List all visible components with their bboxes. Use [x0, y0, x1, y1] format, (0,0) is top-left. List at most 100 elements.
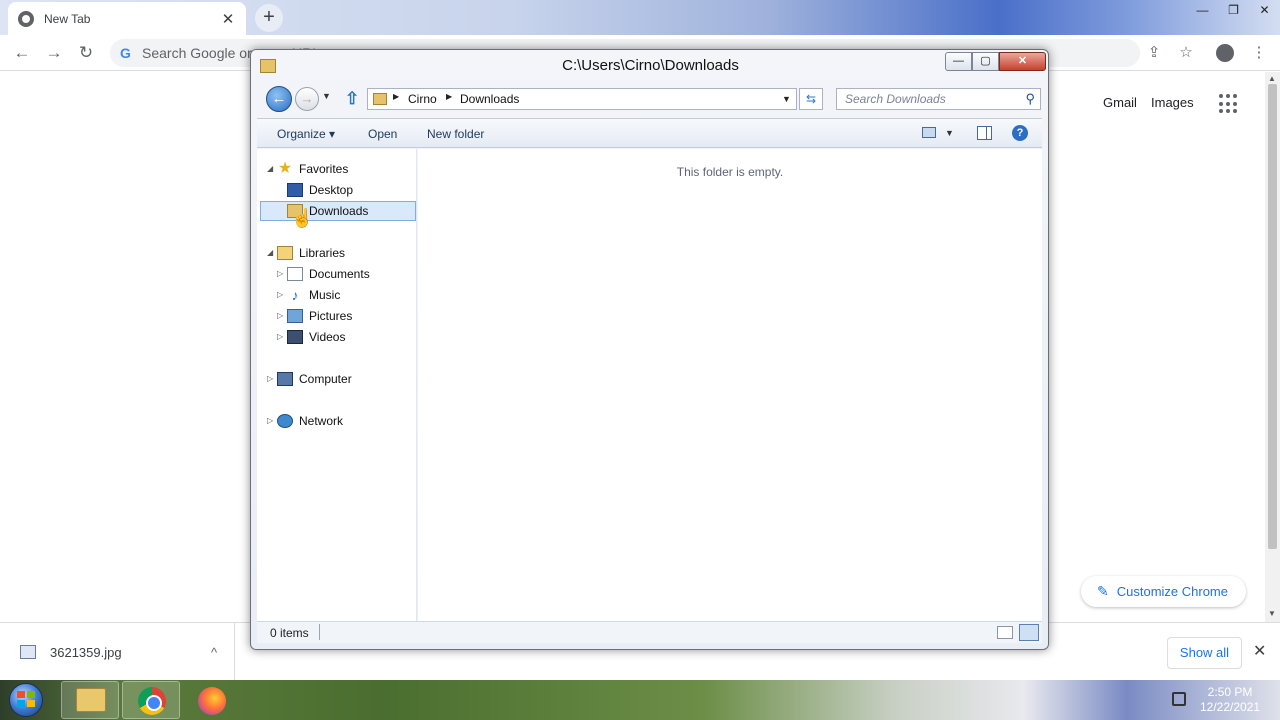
- breadcrumb-cirno[interactable]: Cirno: [408, 92, 437, 106]
- tree-favorites[interactable]: ★ Favorites: [277, 159, 349, 179]
- status-bar: 0 items: [257, 621, 1042, 643]
- back-button[interactable]: ←: [266, 86, 292, 112]
- scroll-up-arrow-icon[interactable]: ▲: [1268, 74, 1276, 83]
- tree-network[interactable]: Network: [277, 411, 343, 431]
- breadcrumb-separator-icon[interactable]: ▶: [446, 92, 452, 101]
- libraries-icon: [277, 246, 293, 260]
- firefox-icon[interactable]: [198, 687, 226, 715]
- expanded-arrow-icon[interactable]: ◢: [267, 248, 273, 257]
- collapsed-arrow-icon[interactable]: ▷: [277, 269, 283, 278]
- chrome-window-controls: — ❐ ✕: [1187, 0, 1280, 20]
- tree-videos[interactable]: Videos: [287, 327, 345, 347]
- google-g-icon: G: [120, 45, 131, 61]
- open-button[interactable]: Open: [368, 127, 397, 141]
- organize-button[interactable]: Organize ▾: [277, 127, 335, 141]
- search-input[interactable]: Search Downloads ⚲: [836, 88, 1041, 110]
- menu-kebab-icon[interactable]: ⋮: [1248, 42, 1270, 64]
- chevron-up-icon[interactable]: ^: [194, 645, 234, 660]
- explorer-window: C:\Users\Cirno\Downloads — ▢ ✕ ← → ▼ ⇧ ▶…: [250, 49, 1049, 650]
- images-link[interactable]: Images: [1151, 95, 1194, 110]
- new-folder-button[interactable]: New folder: [427, 127, 484, 141]
- status-divider: [319, 624, 320, 640]
- tab-title: New Tab: [44, 11, 91, 26]
- chrome-icon: [138, 687, 166, 715]
- back-arrow-icon[interactable]: ←: [11, 42, 33, 64]
- close-icon[interactable]: ✕: [1249, 0, 1280, 20]
- collapsed-arrow-icon[interactable]: ▷: [267, 374, 273, 383]
- help-icon[interactable]: ?: [1012, 125, 1028, 141]
- collapsed-arrow-icon[interactable]: ▷: [267, 416, 273, 425]
- show-all-button[interactable]: Show all: [1167, 637, 1242, 669]
- tree-documents[interactable]: Documents: [287, 264, 370, 284]
- tree-music[interactable]: ♪ Music: [287, 285, 341, 305]
- refresh-icon[interactable]: ⇆: [799, 88, 823, 110]
- collapsed-arrow-icon[interactable]: ▷: [277, 311, 283, 320]
- action-center-icon[interactable]: [1172, 692, 1186, 706]
- share-icon[interactable]: ⇪: [1143, 42, 1165, 64]
- view-dropdown-icon[interactable]: ▼: [945, 128, 954, 138]
- tree-pictures[interactable]: Pictures: [287, 306, 352, 326]
- scrollbar-thumb[interactable]: [1268, 84, 1277, 549]
- collapsed-arrow-icon[interactable]: ▷: [277, 332, 283, 341]
- customize-chrome-label: Customize Chrome: [1116, 584, 1228, 599]
- scroll-down-arrow-icon[interactable]: ▼: [1268, 609, 1276, 618]
- tree-label: Documents: [309, 267, 370, 281]
- expanded-arrow-icon[interactable]: ◢: [267, 164, 273, 173]
- tab-close-icon[interactable]: ✕: [220, 10, 236, 28]
- taskbar-explorer-button[interactable]: [61, 681, 119, 719]
- file-list-pane[interactable]: This folder is empty.: [418, 149, 1042, 621]
- close-button[interactable]: ✕: [999, 52, 1046, 71]
- download-item[interactable]: 3621359.jpg ^: [0, 623, 235, 681]
- hand-cursor-icon: ☝: [291, 208, 314, 228]
- network-icon: [277, 414, 293, 428]
- new-tab-button[interactable]: +: [255, 4, 283, 32]
- tree-computer[interactable]: Computer: [277, 369, 352, 389]
- tree-downloads[interactable]: Downloads: [260, 201, 416, 221]
- reload-icon[interactable]: ↻: [75, 42, 97, 64]
- maximize-icon[interactable]: ❐: [1218, 0, 1249, 20]
- tree-label: Favorites: [299, 162, 349, 176]
- google-apps-icon[interactable]: [1219, 94, 1239, 114]
- page-scrollbar[interactable]: ▲ ▼: [1265, 72, 1280, 622]
- bookmark-star-icon[interactable]: ☆: [1175, 42, 1197, 64]
- taskbar-clock[interactable]: 2:50 PM 12/22/2021: [1195, 685, 1265, 715]
- minimize-button[interactable]: —: [945, 52, 972, 71]
- maximize-button[interactable]: ▢: [972, 52, 999, 71]
- tree-libraries[interactable]: Libraries: [277, 243, 345, 263]
- recent-pages-dropdown-icon[interactable]: ▼: [322, 91, 331, 101]
- tree-label: Pictures: [309, 309, 353, 323]
- large-icons-view-icon[interactable]: [1019, 624, 1039, 641]
- collapsed-arrow-icon[interactable]: ▷: [277, 290, 283, 299]
- tree-desktop[interactable]: Desktop: [287, 180, 353, 200]
- tree-label: Computer: [299, 372, 352, 386]
- chrome-favicon-icon: [18, 10, 34, 27]
- change-view-icon[interactable]: [922, 127, 936, 138]
- close-downloads-icon[interactable]: ✕: [1253, 641, 1266, 661]
- chrome-tab-strip: New Tab ✕ + — ❐ ✕: [0, 0, 1280, 35]
- forward-button[interactable]: →: [295, 87, 319, 111]
- breadcrumb-downloads[interactable]: Downloads: [460, 92, 519, 106]
- item-count: 0 items: [270, 626, 309, 640]
- explorer-window-controls: — ▢ ✕: [945, 52, 1046, 71]
- address-dropdown-icon[interactable]: ▼: [782, 94, 791, 104]
- clock-date: 12/22/2021: [1199, 700, 1261, 714]
- profile-icon[interactable]: [1214, 42, 1236, 64]
- up-folder-icon[interactable]: ⇧: [345, 89, 359, 109]
- address-bar[interactable]: ▶ Cirno ▶ Downloads ▼: [367, 88, 797, 110]
- forward-arrow-icon[interactable]: →: [43, 42, 65, 64]
- tree-label: Music: [309, 288, 341, 302]
- documents-icon: [287, 267, 303, 281]
- taskbar-chrome-button[interactable]: [122, 681, 180, 719]
- gmail-link[interactable]: Gmail: [1103, 95, 1137, 110]
- search-icon[interactable]: ⚲: [1025, 91, 1035, 107]
- start-button[interactable]: [4, 681, 48, 719]
- details-view-icon[interactable]: [997, 626, 1013, 639]
- pencil-icon: ✎: [1097, 583, 1109, 599]
- customize-chrome-button[interactable]: ✎ Customize Chrome: [1081, 576, 1246, 607]
- omnibox-placeholder: Search Google or: [142, 45, 252, 61]
- preview-pane-icon[interactable]: [977, 126, 992, 140]
- tab-new-tab[interactable]: New Tab ✕: [8, 2, 246, 35]
- breadcrumb-separator-icon[interactable]: ▶: [393, 92, 399, 101]
- folder-address-icon: [373, 93, 387, 105]
- minimize-icon[interactable]: —: [1187, 0, 1218, 20]
